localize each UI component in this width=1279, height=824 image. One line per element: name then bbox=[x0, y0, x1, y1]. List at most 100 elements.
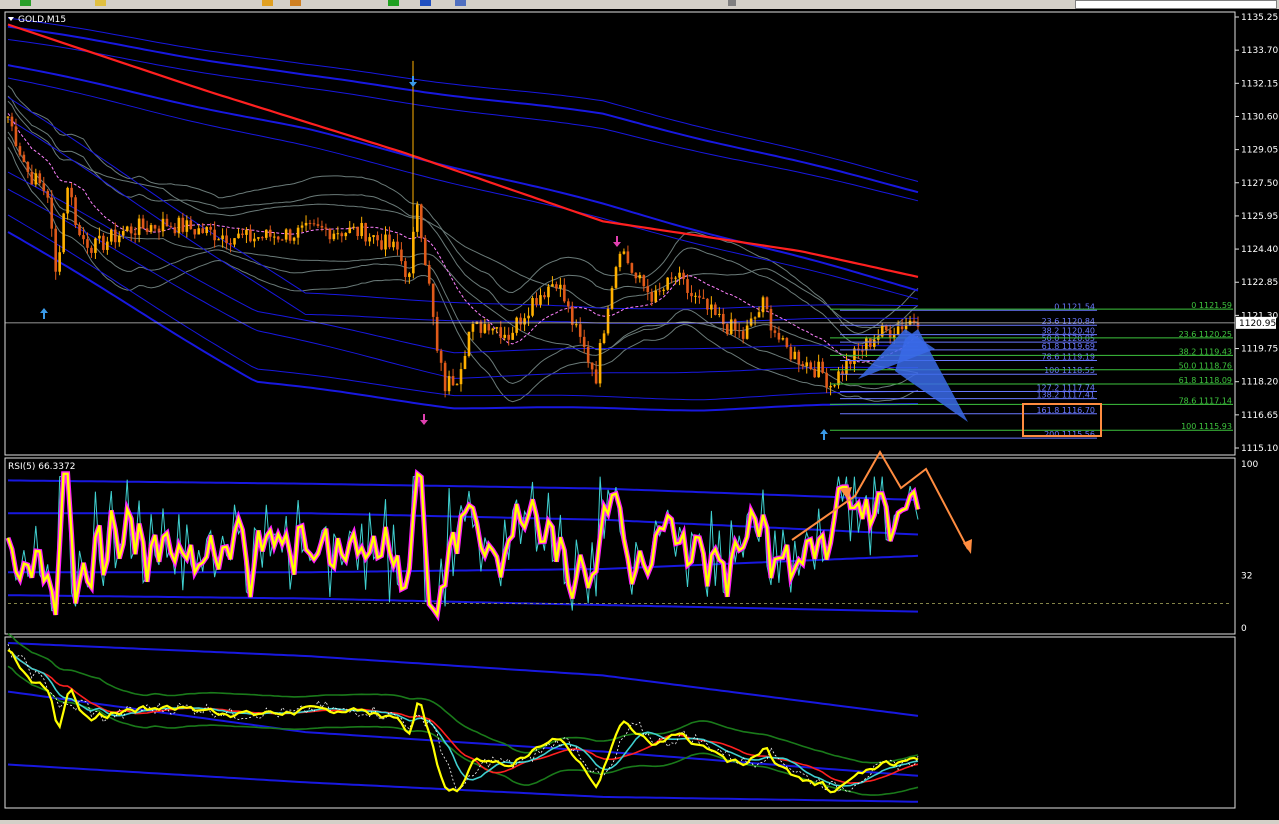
dropdown-icon[interactable] bbox=[728, 0, 736, 6]
new-order-icon[interactable] bbox=[20, 0, 31, 6]
candle-body bbox=[511, 332, 514, 340]
candle-body bbox=[725, 324, 729, 334]
price-tick-label: 1122.85 bbox=[1241, 278, 1278, 288]
candle-body bbox=[360, 222, 363, 237]
candle-body bbox=[169, 226, 173, 228]
window-icon[interactable] bbox=[455, 0, 466, 6]
blue-band-line bbox=[7, 39, 919, 202]
price-tick-label: 1116.65 bbox=[1241, 411, 1278, 421]
pencil-icon-2[interactable] bbox=[290, 0, 301, 6]
candle-body bbox=[439, 350, 443, 363]
candle-body bbox=[769, 308, 773, 331]
rsi-band-line bbox=[7, 479, 919, 502]
candle-body bbox=[443, 362, 447, 392]
lower-band-line bbox=[7, 690, 919, 777]
candle-body bbox=[749, 318, 753, 326]
clock-icon[interactable] bbox=[420, 0, 431, 6]
candle-body bbox=[165, 218, 169, 227]
folder-icon[interactable] bbox=[95, 0, 106, 6]
candle-body bbox=[352, 226, 356, 228]
candle-body bbox=[173, 227, 177, 234]
candle-body bbox=[66, 187, 69, 214]
candle-body bbox=[268, 229, 272, 237]
candle-body bbox=[332, 233, 336, 240]
candle-body bbox=[602, 333, 606, 343]
candle-body bbox=[14, 126, 18, 147]
down-arrow-icon bbox=[613, 242, 621, 247]
candle-body bbox=[662, 289, 665, 291]
candle-body bbox=[785, 338, 789, 347]
candle-body bbox=[86, 239, 89, 248]
candle-body bbox=[419, 204, 423, 239]
chart-area[interactable]: 0 1121.54 23.6 1120.84 38.2 1120.40 50.0 11… bbox=[0, 9, 1279, 820]
candle-body bbox=[110, 229, 113, 242]
candle-body bbox=[340, 233, 344, 237]
candle-body bbox=[201, 228, 205, 234]
candle-body bbox=[491, 328, 495, 331]
candle-body bbox=[308, 222, 312, 224]
candle-body bbox=[416, 204, 419, 232]
price-tick-label: 1129.05 bbox=[1241, 146, 1278, 156]
candle-body bbox=[499, 327, 503, 338]
candle-body bbox=[646, 286, 650, 293]
candle-body bbox=[193, 229, 197, 235]
price-tick-label: 1118.20 bbox=[1241, 378, 1278, 388]
fib-right-label: 38.2 1119.43 bbox=[1179, 347, 1232, 356]
candle-body bbox=[551, 284, 554, 287]
candle-body bbox=[682, 272, 685, 280]
candle-body bbox=[888, 330, 892, 338]
candle-body bbox=[280, 239, 284, 241]
timeframe-box[interactable] bbox=[1075, 0, 1277, 9]
rsi-tick-label: 100 bbox=[1241, 460, 1258, 470]
candle-body bbox=[296, 227, 300, 238]
candle-body bbox=[46, 190, 50, 198]
down-arrow-icon bbox=[409, 82, 417, 87]
fib-right-label: 23.6 1120.25 bbox=[1179, 330, 1232, 339]
candle-body bbox=[336, 233, 340, 235]
candle-body bbox=[872, 339, 876, 347]
candle-body bbox=[261, 237, 264, 239]
down-arrow-icon bbox=[420, 420, 428, 425]
candle-body bbox=[853, 348, 856, 365]
candle-body bbox=[706, 298, 709, 310]
candle-body bbox=[229, 243, 232, 245]
candle-body bbox=[833, 385, 836, 387]
candle-body bbox=[630, 263, 634, 273]
candle-body bbox=[62, 213, 65, 253]
price-tick-label: 1132.15 bbox=[1241, 79, 1278, 89]
candle-body bbox=[789, 346, 793, 360]
candle-body bbox=[519, 317, 522, 325]
candle-body bbox=[686, 279, 689, 293]
candle-body bbox=[574, 324, 578, 326]
candle-body bbox=[539, 295, 542, 305]
candle-body bbox=[320, 225, 324, 228]
lower-panel-frame bbox=[4, 636, 1236, 809]
candle-body bbox=[527, 315, 530, 319]
candle-body bbox=[459, 369, 463, 385]
candle-body bbox=[197, 228, 201, 235]
candle-body bbox=[837, 371, 840, 386]
candle-body bbox=[26, 162, 30, 172]
candle-body bbox=[161, 218, 165, 232]
candle-body bbox=[253, 238, 256, 242]
candle-body bbox=[865, 338, 868, 351]
candle-body bbox=[694, 295, 697, 297]
candle-body bbox=[714, 304, 717, 315]
candle-body bbox=[217, 239, 220, 241]
lower-band-line bbox=[7, 642, 919, 717]
candle-body bbox=[547, 286, 550, 298]
candle-body bbox=[423, 238, 427, 265]
candle-body bbox=[344, 232, 348, 237]
fib-left-label: 78.6 1119.19 bbox=[1042, 353, 1095, 362]
fib-left-label: 100 1118.55 bbox=[1044, 366, 1095, 375]
candle-body bbox=[674, 277, 677, 279]
lower-yellow-line bbox=[7, 649, 919, 794]
candle-body bbox=[312, 223, 316, 225]
candle-body bbox=[622, 251, 626, 254]
candle-body bbox=[54, 228, 57, 272]
rsi-band-line bbox=[7, 594, 919, 613]
add-icon[interactable] bbox=[388, 0, 399, 6]
candle-body bbox=[376, 235, 379, 241]
candle-body bbox=[555, 284, 558, 289]
pencil-icon[interactable] bbox=[262, 0, 273, 6]
